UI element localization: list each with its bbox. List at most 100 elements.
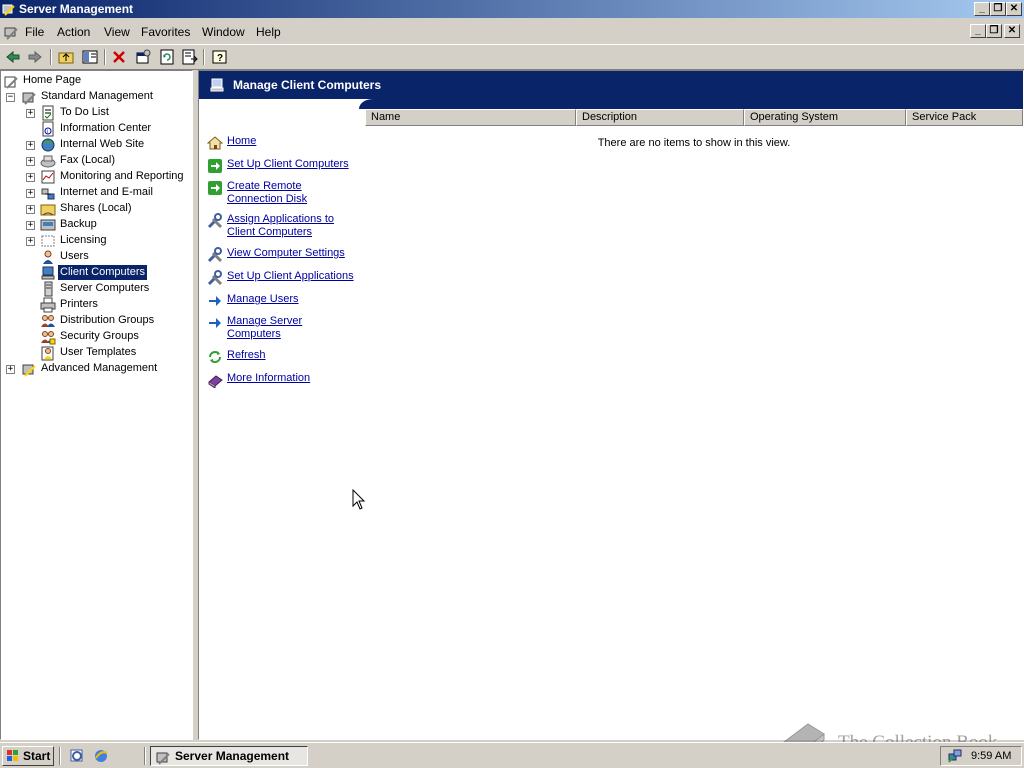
restore-button[interactable]: ❐	[990, 2, 1006, 16]
export-list-button[interactable]	[180, 48, 200, 66]
task-link[interactable]: Create Remote	[227, 180, 302, 193]
expand-toggle[interactable]: +	[26, 205, 35, 214]
client-computer-icon	[210, 78, 224, 92]
menu-view[interactable]: View	[104, 25, 130, 39]
forward-button[interactable]	[25, 48, 45, 66]
back-icon	[6, 50, 20, 64]
backup-icon	[40, 219, 56, 231]
menu-help[interactable]: Help	[256, 25, 281, 39]
start-button[interactable]: Start	[2, 746, 54, 766]
tree-label: Security Groups	[60, 330, 139, 342]
page-banner: Manage Client Computers	[199, 71, 1023, 99]
user-icon	[43, 250, 53, 264]
start-label: Start	[23, 749, 51, 763]
task-link[interactable]: Manage Users	[227, 293, 299, 306]
mdi-child-icon[interactable]	[3, 24, 19, 40]
console-tree[interactable]: Home Page − Standard Management + To Do …	[0, 70, 193, 740]
column-header-operating-system[interactable]: Operating System	[744, 109, 906, 126]
expand-toggle[interactable]: +	[26, 221, 35, 230]
menu-action[interactable]: Action	[57, 25, 90, 39]
task-link[interactable]: Manage Server	[227, 315, 302, 328]
clock[interactable]: 9:59 AM	[971, 750, 1011, 762]
expand-toggle[interactable]: +	[26, 141, 35, 150]
menu-window[interactable]: Window	[202, 25, 245, 39]
tree-label: To Do List	[60, 106, 109, 118]
column-header-service-pack[interactable]: Service Pack	[906, 109, 1023, 126]
back-button[interactable]	[3, 48, 23, 66]
tree-label: Internet and E-mail	[60, 186, 153, 198]
show-hide-tree-button[interactable]	[80, 48, 100, 66]
help-button[interactable]: ?	[210, 48, 230, 66]
expand-toggle[interactable]: +	[26, 109, 35, 118]
task-link[interactable]: More Information	[227, 372, 310, 385]
internet-email-icon	[41, 188, 55, 200]
monitoring-icon	[41, 170, 55, 184]
security-group-icon	[41, 331, 56, 345]
mouse-cursor-icon	[352, 489, 366, 510]
shared-folder-icon	[40, 204, 56, 216]
list-header: Name Description Operating System Servic…	[365, 109, 1023, 126]
internal-web-site-icon	[41, 138, 55, 152]
menu-file[interactable]: File	[25, 25, 44, 39]
server-management-icon	[2, 4, 15, 16]
tree-label: Shares (Local)	[60, 202, 132, 214]
delete-button[interactable]	[109, 48, 129, 66]
properties-button[interactable]	[133, 48, 153, 66]
svg-text:i: i	[47, 129, 48, 135]
advanced-management-icon	[22, 364, 36, 377]
menu-favorites[interactable]: Favorites	[141, 25, 190, 39]
tree-label: Monitoring and Reporting	[60, 170, 184, 182]
menu-bar: File Action View Favorites Window Help	[0, 22, 1024, 42]
expand-toggle[interactable]: +	[26, 173, 35, 182]
tree-label: Users	[60, 250, 89, 262]
forward-icon	[28, 50, 42, 64]
toolbar-separator	[104, 49, 106, 65]
expand-toggle[interactable]: +	[26, 237, 35, 246]
server-management-quicklaunch-icon[interactable]	[69, 748, 85, 764]
svg-text:?: ?	[217, 53, 223, 64]
taskbar-button-server-management[interactable]: Server Management	[150, 746, 308, 766]
taskbar-separator	[144, 747, 146, 765]
task-link[interactable]: Set Up Client Computers	[227, 158, 349, 171]
network-icon[interactable]	[947, 748, 963, 764]
title-bar[interactable]: Server Management _ ❐ ✕	[0, 0, 1024, 18]
help-icon: ?	[212, 50, 227, 64]
tools-icon	[207, 247, 223, 263]
toolbar-separator	[50, 49, 52, 65]
task-link[interactable]: Home	[227, 135, 256, 148]
toolbar: ?	[0, 44, 1024, 70]
expand-toggle[interactable]: +	[6, 365, 15, 374]
refresh-button[interactable]	[157, 48, 177, 66]
column-header-name[interactable]: Name	[365, 109, 576, 126]
task-link[interactable]: Set Up Client Applications	[227, 270, 354, 283]
mdi-restore-button[interactable]: ❐	[986, 24, 1002, 38]
tree-label: User Templates	[60, 346, 137, 358]
expand-toggle[interactable]: +	[26, 189, 35, 198]
distribution-group-icon	[41, 315, 55, 327]
column-header-description[interactable]: Description	[576, 109, 744, 126]
expand-toggle[interactable]: +	[26, 157, 35, 166]
close-button[interactable]: ✕	[1006, 2, 1022, 16]
collapse-toggle[interactable]: −	[6, 93, 15, 102]
up-folder-button[interactable]	[56, 48, 76, 66]
home-page-icon	[4, 76, 18, 89]
task-link[interactable]: Refresh	[227, 349, 266, 362]
task-link[interactable]: Assign Applications to	[227, 213, 334, 226]
tools-icon	[207, 213, 223, 229]
mdi-close-button[interactable]: ✕	[1004, 24, 1020, 38]
task-link-line2[interactable]: Client Computers	[227, 226, 312, 239]
windows-logo-icon	[7, 750, 18, 761]
system-tray: 9:59 AM	[940, 746, 1022, 766]
green-arrow-icon	[208, 181, 222, 195]
details-pane: Manage Client Computers Home Set Up Clie…	[198, 70, 1024, 740]
minimize-button[interactable]: _	[974, 2, 990, 16]
standard-management-icon	[22, 92, 36, 105]
internet-explorer-icon[interactable]	[93, 748, 109, 764]
delete-icon	[113, 51, 125, 63]
mdi-minimize-button[interactable]: _	[970, 24, 986, 38]
task-link[interactable]: View Computer Settings	[227, 247, 345, 260]
to-do-list-icon	[42, 105, 54, 121]
empty-list-message: There are no items to show in this view.	[597, 137, 791, 149]
task-link-line2[interactable]: Computers	[227, 328, 281, 341]
task-link-line2[interactable]: Connection Disk	[227, 193, 307, 206]
